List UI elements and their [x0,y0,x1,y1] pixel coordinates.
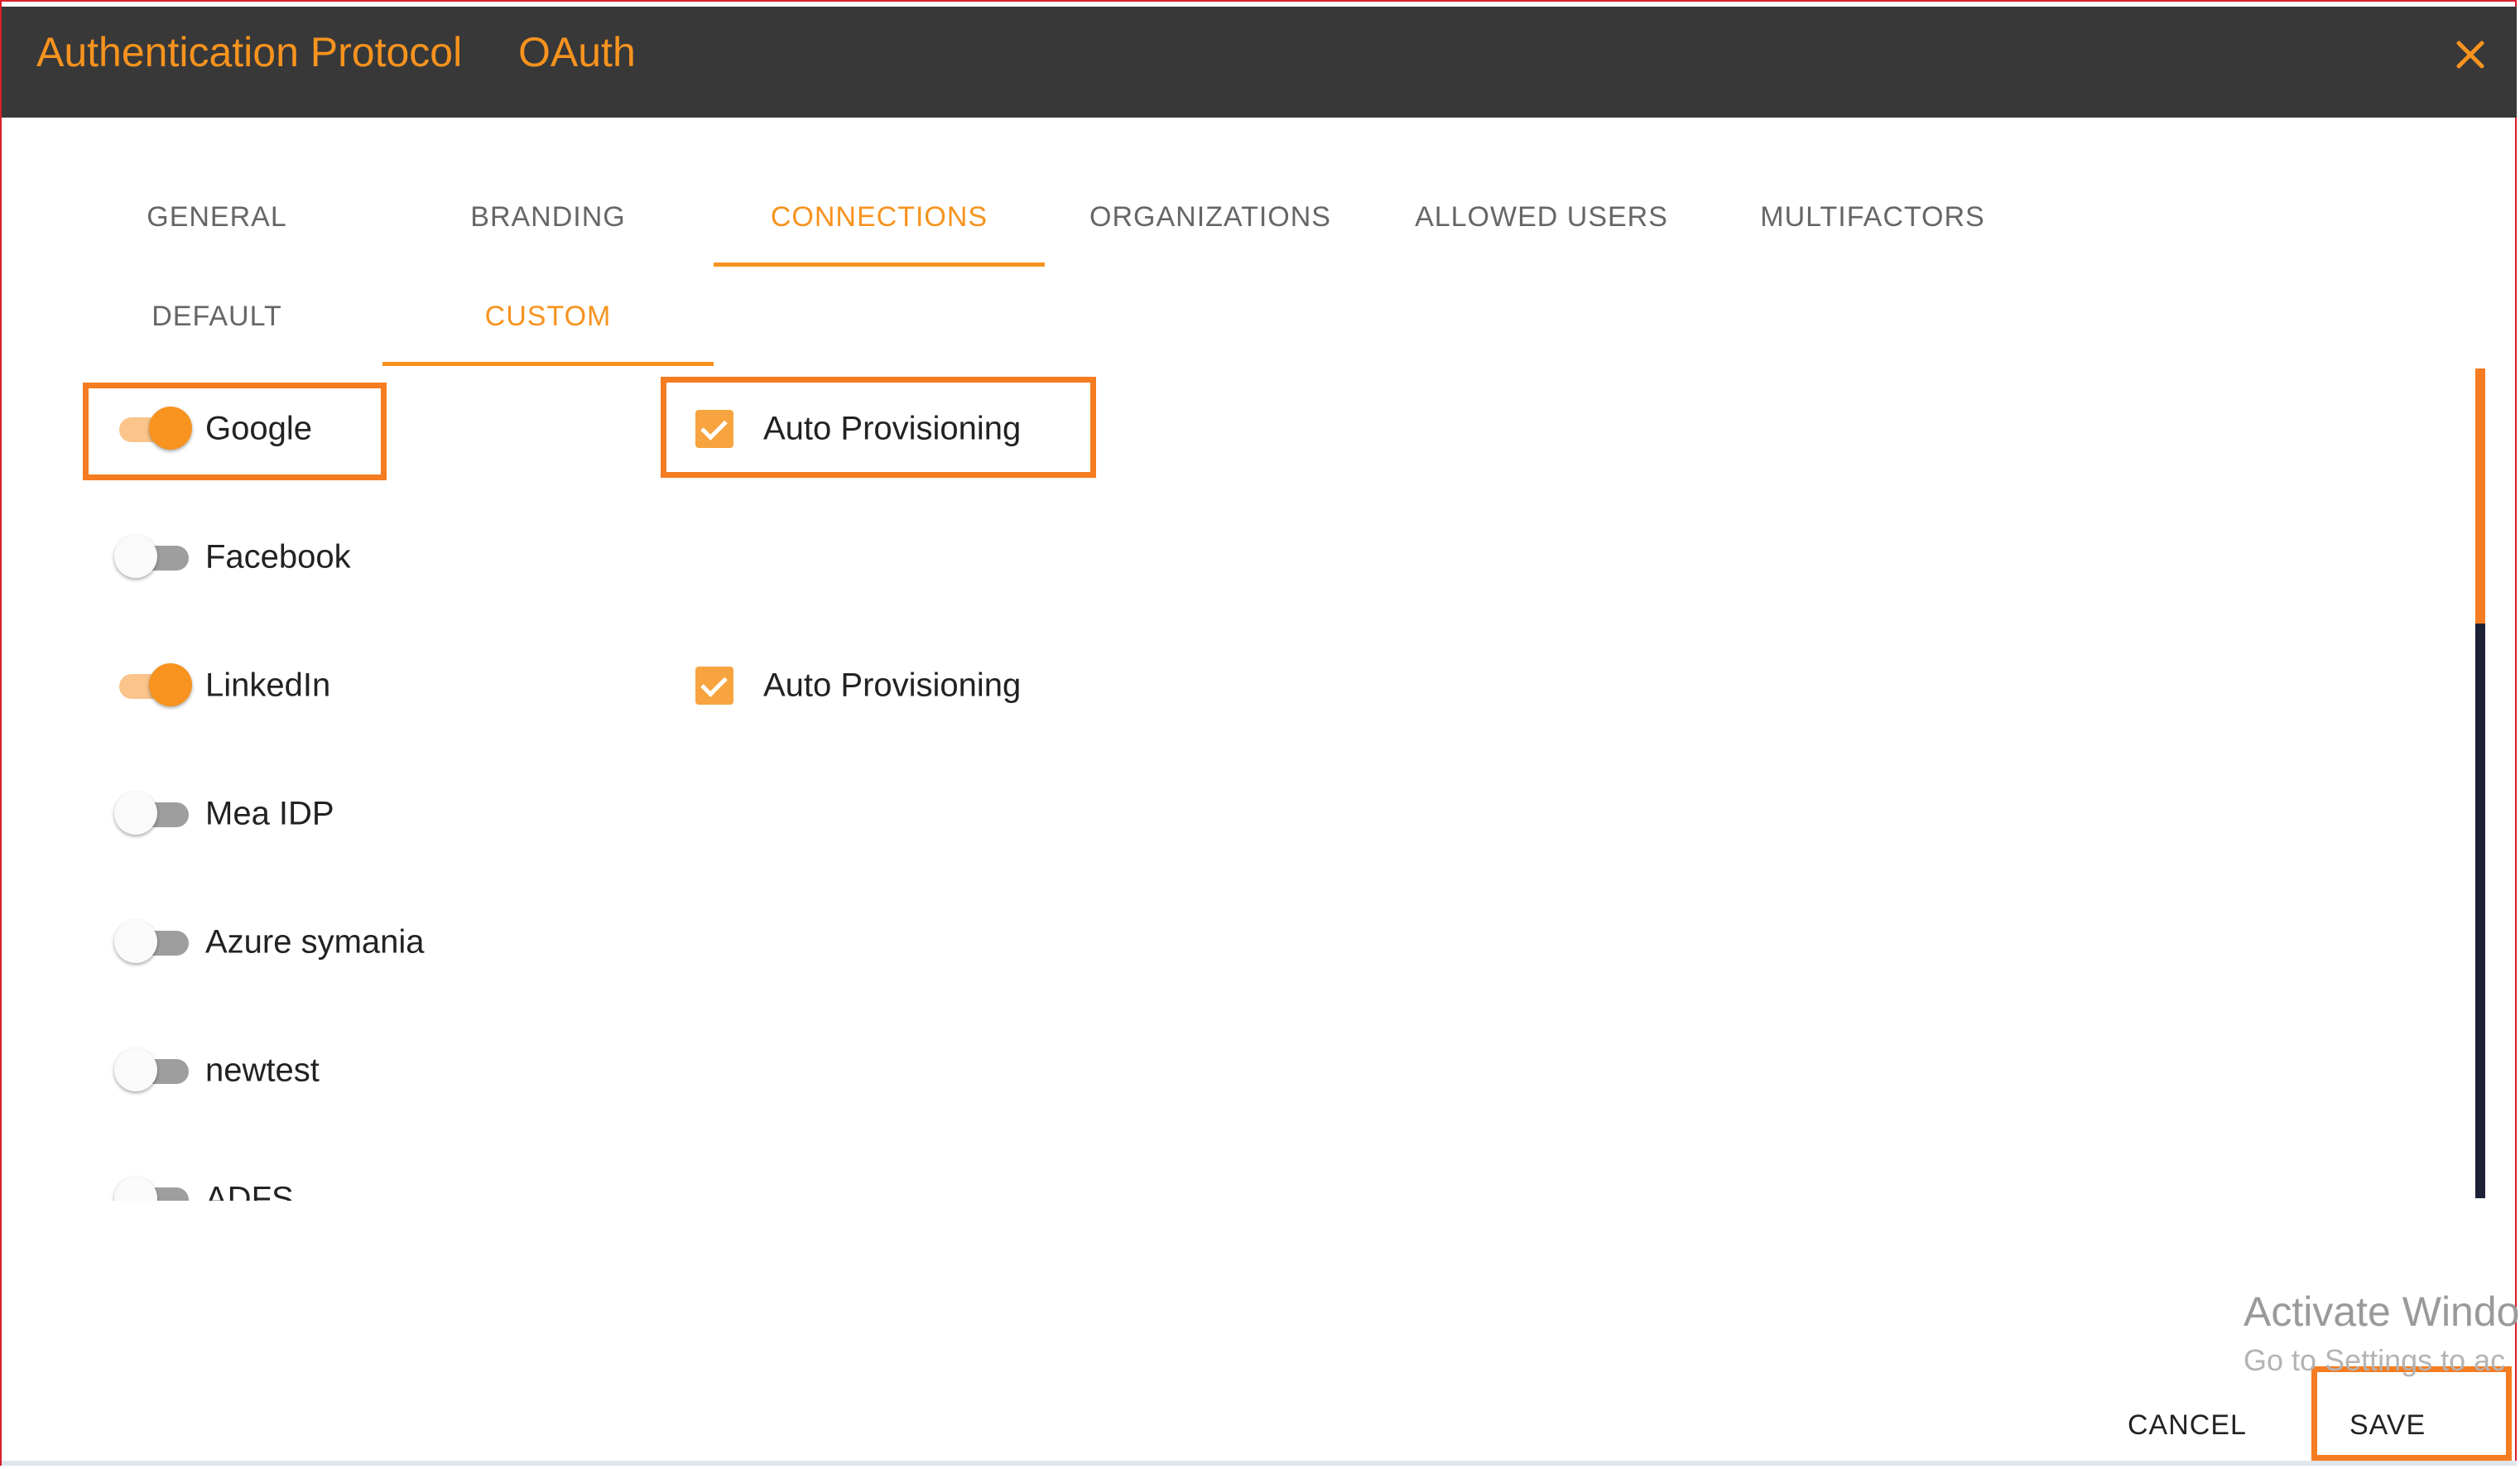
connection-name: newtest [205,1052,320,1088]
dialog-title: Authentication Protocol [36,29,463,75]
cancel-button[interactable]: CANCEL [2128,1409,2247,1442]
connection-name: Mea IDP [205,795,334,831]
protocol-name: OAuth [518,29,636,75]
dialog-titlebar: Authentication Protocol OAuth [2,7,2517,118]
activation-watermark: Activate Windo [2243,1288,2520,1335]
list-scrollbar[interactable] [2475,368,2485,1198]
connection-name: Google [205,410,312,446]
azure-symania-toggle[interactable] [114,919,189,965]
connection-row-mea-idp: Mea IDP [0,749,2475,878]
connection-name: ADFS [205,1180,294,1201]
connection-row-facebook: Facebook [0,493,2475,621]
linkedin-auto-provisioning-checkbox[interactable] [695,666,733,705]
connection-name: Facebook [205,538,351,575]
connection-name: Azure symania [205,923,425,960]
facebook-toggle[interactable] [114,534,189,580]
mea-idp-toggle[interactable] [114,791,189,836]
subtab-custom[interactable]: CUSTOM [382,267,714,366]
tab-connections[interactable]: CONNECTIONS [714,167,1045,267]
tab-branding[interactable]: BRANDING [382,167,714,267]
linkedin-toggle[interactable] [114,662,192,708]
auto-provisioning-label: Auto Provisioning [763,410,1022,446]
subtab-default[interactable]: DEFAULT [51,267,382,366]
tab-multifactors[interactable]: MULTIFACTORS [1707,167,2038,267]
connection-name: LinkedIn [205,667,331,703]
connection-row-azure-symania: Azure symania [0,878,2475,1006]
bottom-strip [2,1461,2517,1466]
close-icon[interactable] [2447,31,2494,78]
tab-allowed-users[interactable]: ALLOWED USERS [1376,167,1707,267]
newtest-toggle[interactable] [114,1048,189,1093]
scrollbar-thumb[interactable] [2475,368,2485,624]
connection-row-google: Google Auto Provisioning [0,364,2475,493]
connection-row-newtest: newtest [0,1006,2475,1134]
adfs-toggle[interactable] [114,1176,189,1201]
auto-provisioning-label: Auto Provisioning [763,667,1022,703]
activation-watermark-sub: Go to Settings to ac [2243,1343,2506,1377]
connection-list: Google Auto Provisioning Facebook Linked… [0,364,2475,1201]
google-auto-provisioning-checkbox[interactable] [695,409,733,448]
tab-organizations[interactable]: ORGANIZATIONS [1045,167,1376,267]
connection-row-linkedin: LinkedIn Auto Provisioning [0,621,2475,749]
connection-row-adfs: ADFS [0,1134,2475,1201]
tab-general[interactable]: GENERAL [51,167,382,267]
google-toggle[interactable] [114,406,192,451]
save-button[interactable]: SAVE [2349,1409,2426,1442]
